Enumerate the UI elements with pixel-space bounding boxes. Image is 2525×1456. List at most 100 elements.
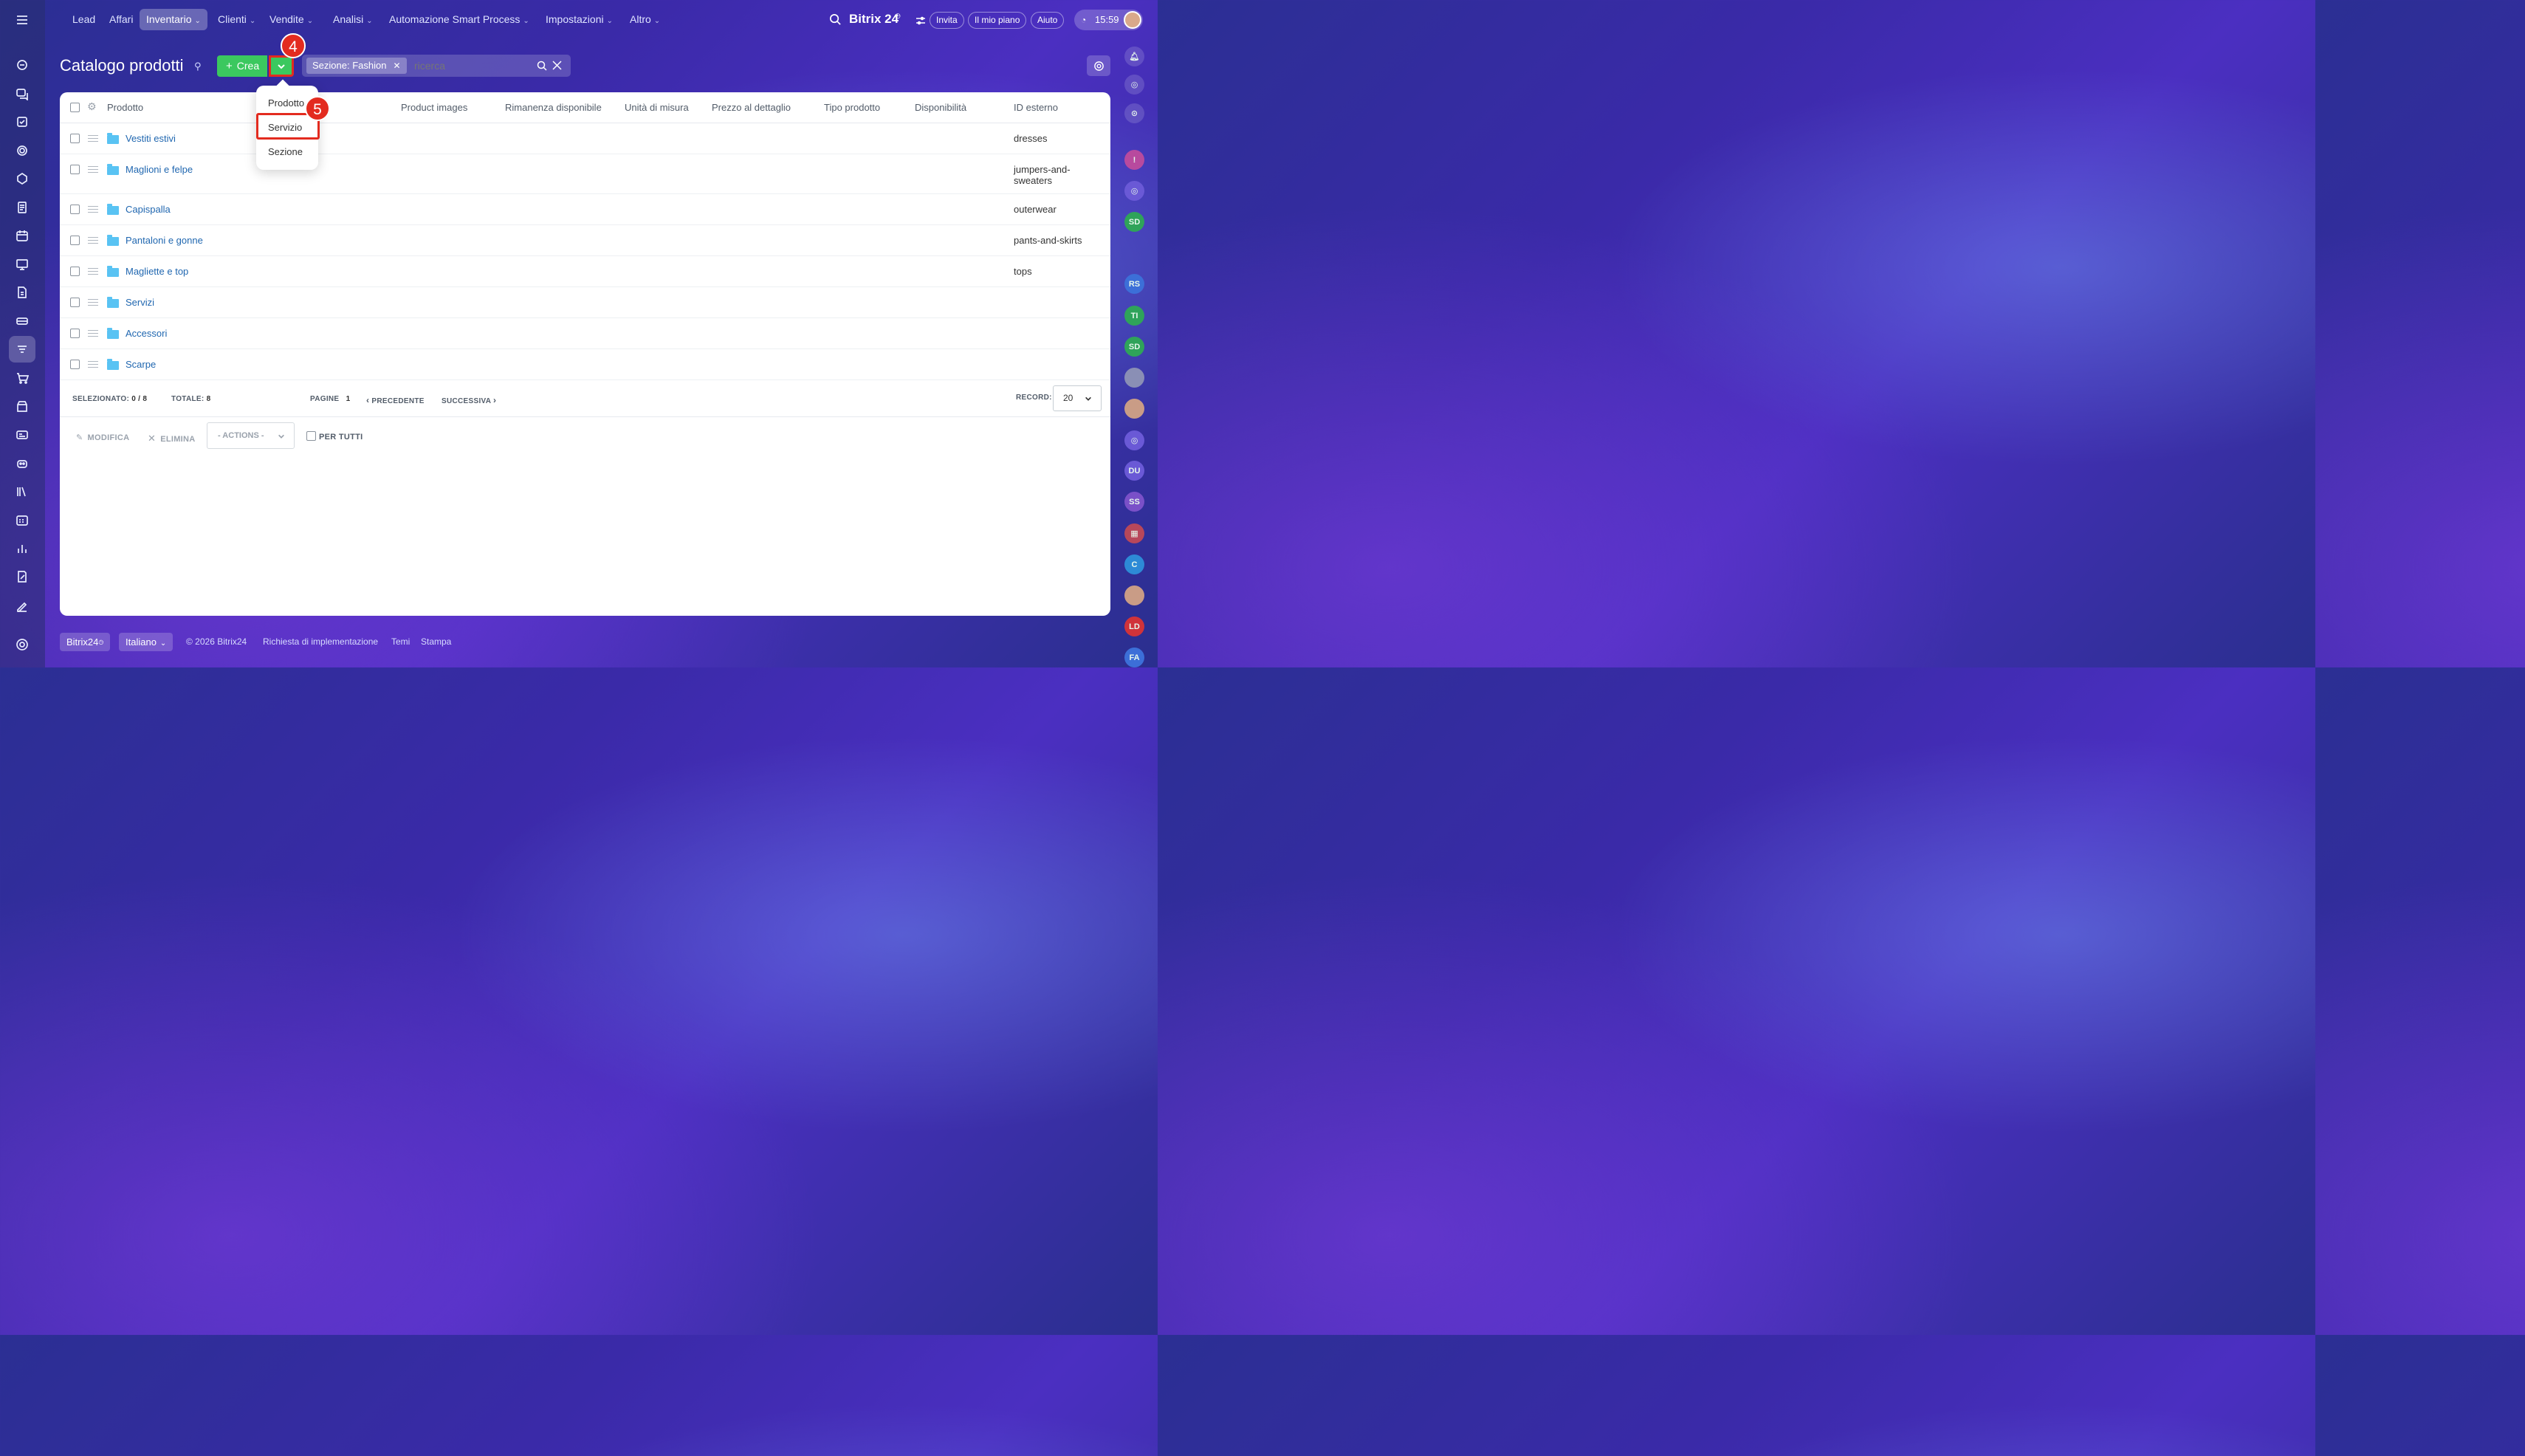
column-header[interactable]: Unità di misura (625, 102, 689, 113)
store-icon[interactable] (9, 393, 35, 419)
filter-search-bar[interactable]: Sezione: Fashion ✕ (302, 55, 571, 77)
nav-item-vendite[interactable]: Vendite ⌄ (263, 9, 320, 30)
row-checkbox[interactable] (70, 165, 80, 174)
search-input[interactable] (414, 58, 525, 74)
edit-action[interactable]: ✎ MODIFICA (76, 433, 129, 442)
for-all-checkbox[interactable] (306, 431, 316, 441)
schedule-icon[interactable] (9, 506, 35, 533)
nav-item-affari[interactable]: Affari (103, 9, 140, 30)
column-header[interactable]: Tipo prodotto (824, 102, 880, 113)
next-page-link[interactable]: SUCCESSIVA › (442, 395, 496, 405)
sliders-icon[interactable] (915, 16, 926, 26)
contact-bubble[interactable]: SD (1124, 337, 1144, 357)
product-name-link[interactable]: Magliette e top (126, 266, 188, 277)
nav-item-analisi[interactable]: Analisi ⌄ (326, 9, 379, 30)
table-row[interactable]: Vestiti estivi dresses (60, 123, 1110, 154)
help-button[interactable]: Aiuto (1031, 12, 1065, 29)
channel-icon[interactable]: ◎ (1124, 430, 1144, 450)
menu-item-section[interactable]: Sezione (268, 146, 303, 157)
sign-icon[interactable] (9, 592, 35, 619)
card-icon[interactable] (9, 422, 35, 448)
contact-bubble[interactable]: SD (1124, 212, 1144, 232)
contact-bubble[interactable]: DU (1124, 461, 1144, 481)
list-settings-button[interactable] (1087, 55, 1110, 76)
table-row[interactable]: Scarpe (60, 349, 1110, 380)
bitrix24-footer-button[interactable]: Bitrix24◷ (60, 633, 111, 651)
calendar-icon[interactable] (9, 222, 35, 249)
drag-handle-icon[interactable] (88, 330, 98, 337)
nav-item-impostazioni[interactable]: Impostazioni ⌄ (539, 9, 619, 30)
column-header[interactable]: Prodotto (107, 102, 143, 113)
chat-search-icon[interactable]: ⊙ (1124, 103, 1144, 123)
gear-icon[interactable]: ⚙ (87, 100, 97, 113)
contact-bubble[interactable]: RS (1124, 274, 1144, 294)
drag-handle-icon[interactable] (88, 135, 98, 142)
row-checkbox[interactable] (70, 267, 80, 276)
drag-handle-icon[interactable] (88, 206, 98, 213)
my-plan-button[interactable]: Il mio piano (968, 12, 1027, 29)
create-button[interactable]: + Crea (217, 55, 267, 77)
table-row[interactable]: Servizi (60, 287, 1110, 318)
row-checkbox[interactable] (70, 236, 80, 245)
contact-bubble[interactable]: SS (1124, 492, 1144, 512)
product-name-link[interactable]: Pantaloni e gonne (126, 235, 203, 246)
table-row[interactable]: Pantaloni e gonne pants-and-skirts (60, 225, 1110, 256)
nav-item-lead[interactable]: Lead (66, 9, 102, 30)
documents-icon[interactable] (9, 194, 35, 221)
crm-icon[interactable] (9, 137, 35, 164)
product-name-link[interactable]: Maglioni e felpe (126, 164, 193, 175)
column-header[interactable]: ID esterno (1014, 102, 1058, 113)
clear-icon[interactable] (552, 61, 562, 70)
nav-item-altro[interactable]: Altro ⌄ (623, 9, 667, 30)
row-checkbox[interactable] (70, 329, 80, 338)
cart-icon[interactable] (9, 365, 35, 391)
search-icon[interactable] (537, 61, 547, 71)
table-row[interactable]: Maglioni e felpe jumpers-and- sweaters (60, 154, 1110, 194)
row-checkbox[interactable] (70, 360, 80, 369)
contact-avatar[interactable] (1124, 399, 1144, 419)
terminal-icon[interactable] (9, 308, 35, 334)
column-header[interactable]: Disponibilità (915, 102, 966, 113)
menu-icon[interactable] (9, 7, 35, 33)
contact-bubble[interactable]: C (1124, 554, 1144, 574)
delete-action[interactable]: ✕ ELIMINA (148, 433, 196, 444)
contact-bubble[interactable]: LD (1124, 617, 1144, 636)
drag-handle-icon[interactable] (88, 166, 98, 173)
contact-bubble[interactable]: TI (1124, 306, 1144, 326)
menu-item-product[interactable]: Prodotto (268, 97, 304, 109)
drag-handle-icon[interactable] (88, 361, 98, 368)
drag-handle-icon[interactable] (88, 299, 98, 306)
product-name-link[interactable]: Servizi (126, 297, 154, 308)
contact-avatar[interactable] (1124, 586, 1144, 605)
actions-select[interactable]: - ACTIONS - (207, 422, 295, 449)
row-checkbox[interactable] (70, 298, 80, 307)
search-icon[interactable] (829, 13, 842, 26)
nav-item-clienti[interactable]: Clienti ⌄ (211, 9, 262, 30)
product-name-link[interactable]: Capispalla (126, 204, 171, 215)
bell-icon[interactable]: 🔔︎ (1124, 47, 1144, 66)
calendar-icon[interactable]: ▦ (1124, 523, 1144, 543)
table-row[interactable]: Magliette e top tops (60, 256, 1110, 287)
product-name-link[interactable]: Scarpe (126, 359, 156, 370)
inventory-icon[interactable] (9, 336, 35, 363)
chip-close-icon[interactable]: ✕ (393, 61, 400, 71)
row-checkbox[interactable] (70, 205, 80, 214)
nav-item-automazione-smart-process[interactable]: Automazione Smart Process ⌄ (382, 9, 536, 30)
pin-icon[interactable]: ⚲ (194, 61, 205, 72)
select-all-checkbox[interactable] (70, 103, 80, 112)
channel-icon[interactable]: ◎ (1124, 181, 1144, 201)
records-per-page-select[interactable]: 20 (1053, 385, 1102, 411)
settings-icon[interactable] (9, 631, 35, 658)
feed-icon[interactable] (9, 52, 35, 78)
tasks-icon[interactable] (9, 109, 35, 135)
invite-button[interactable]: Invita (930, 12, 964, 29)
create-options-button[interactable] (269, 55, 294, 77)
library-icon[interactable] (9, 478, 35, 505)
chat-icon[interactable] (9, 80, 35, 107)
product-name-link[interactable]: Accessori (126, 328, 167, 339)
presentation-icon[interactable] (9, 251, 35, 278)
table-row[interactable]: Capispalla outerwear (60, 194, 1110, 225)
copilot-icon[interactable]: ◎ (1124, 75, 1144, 95)
drag-handle-icon[interactable] (88, 237, 98, 244)
contact-avatar[interactable]: ! (1124, 150, 1144, 170)
